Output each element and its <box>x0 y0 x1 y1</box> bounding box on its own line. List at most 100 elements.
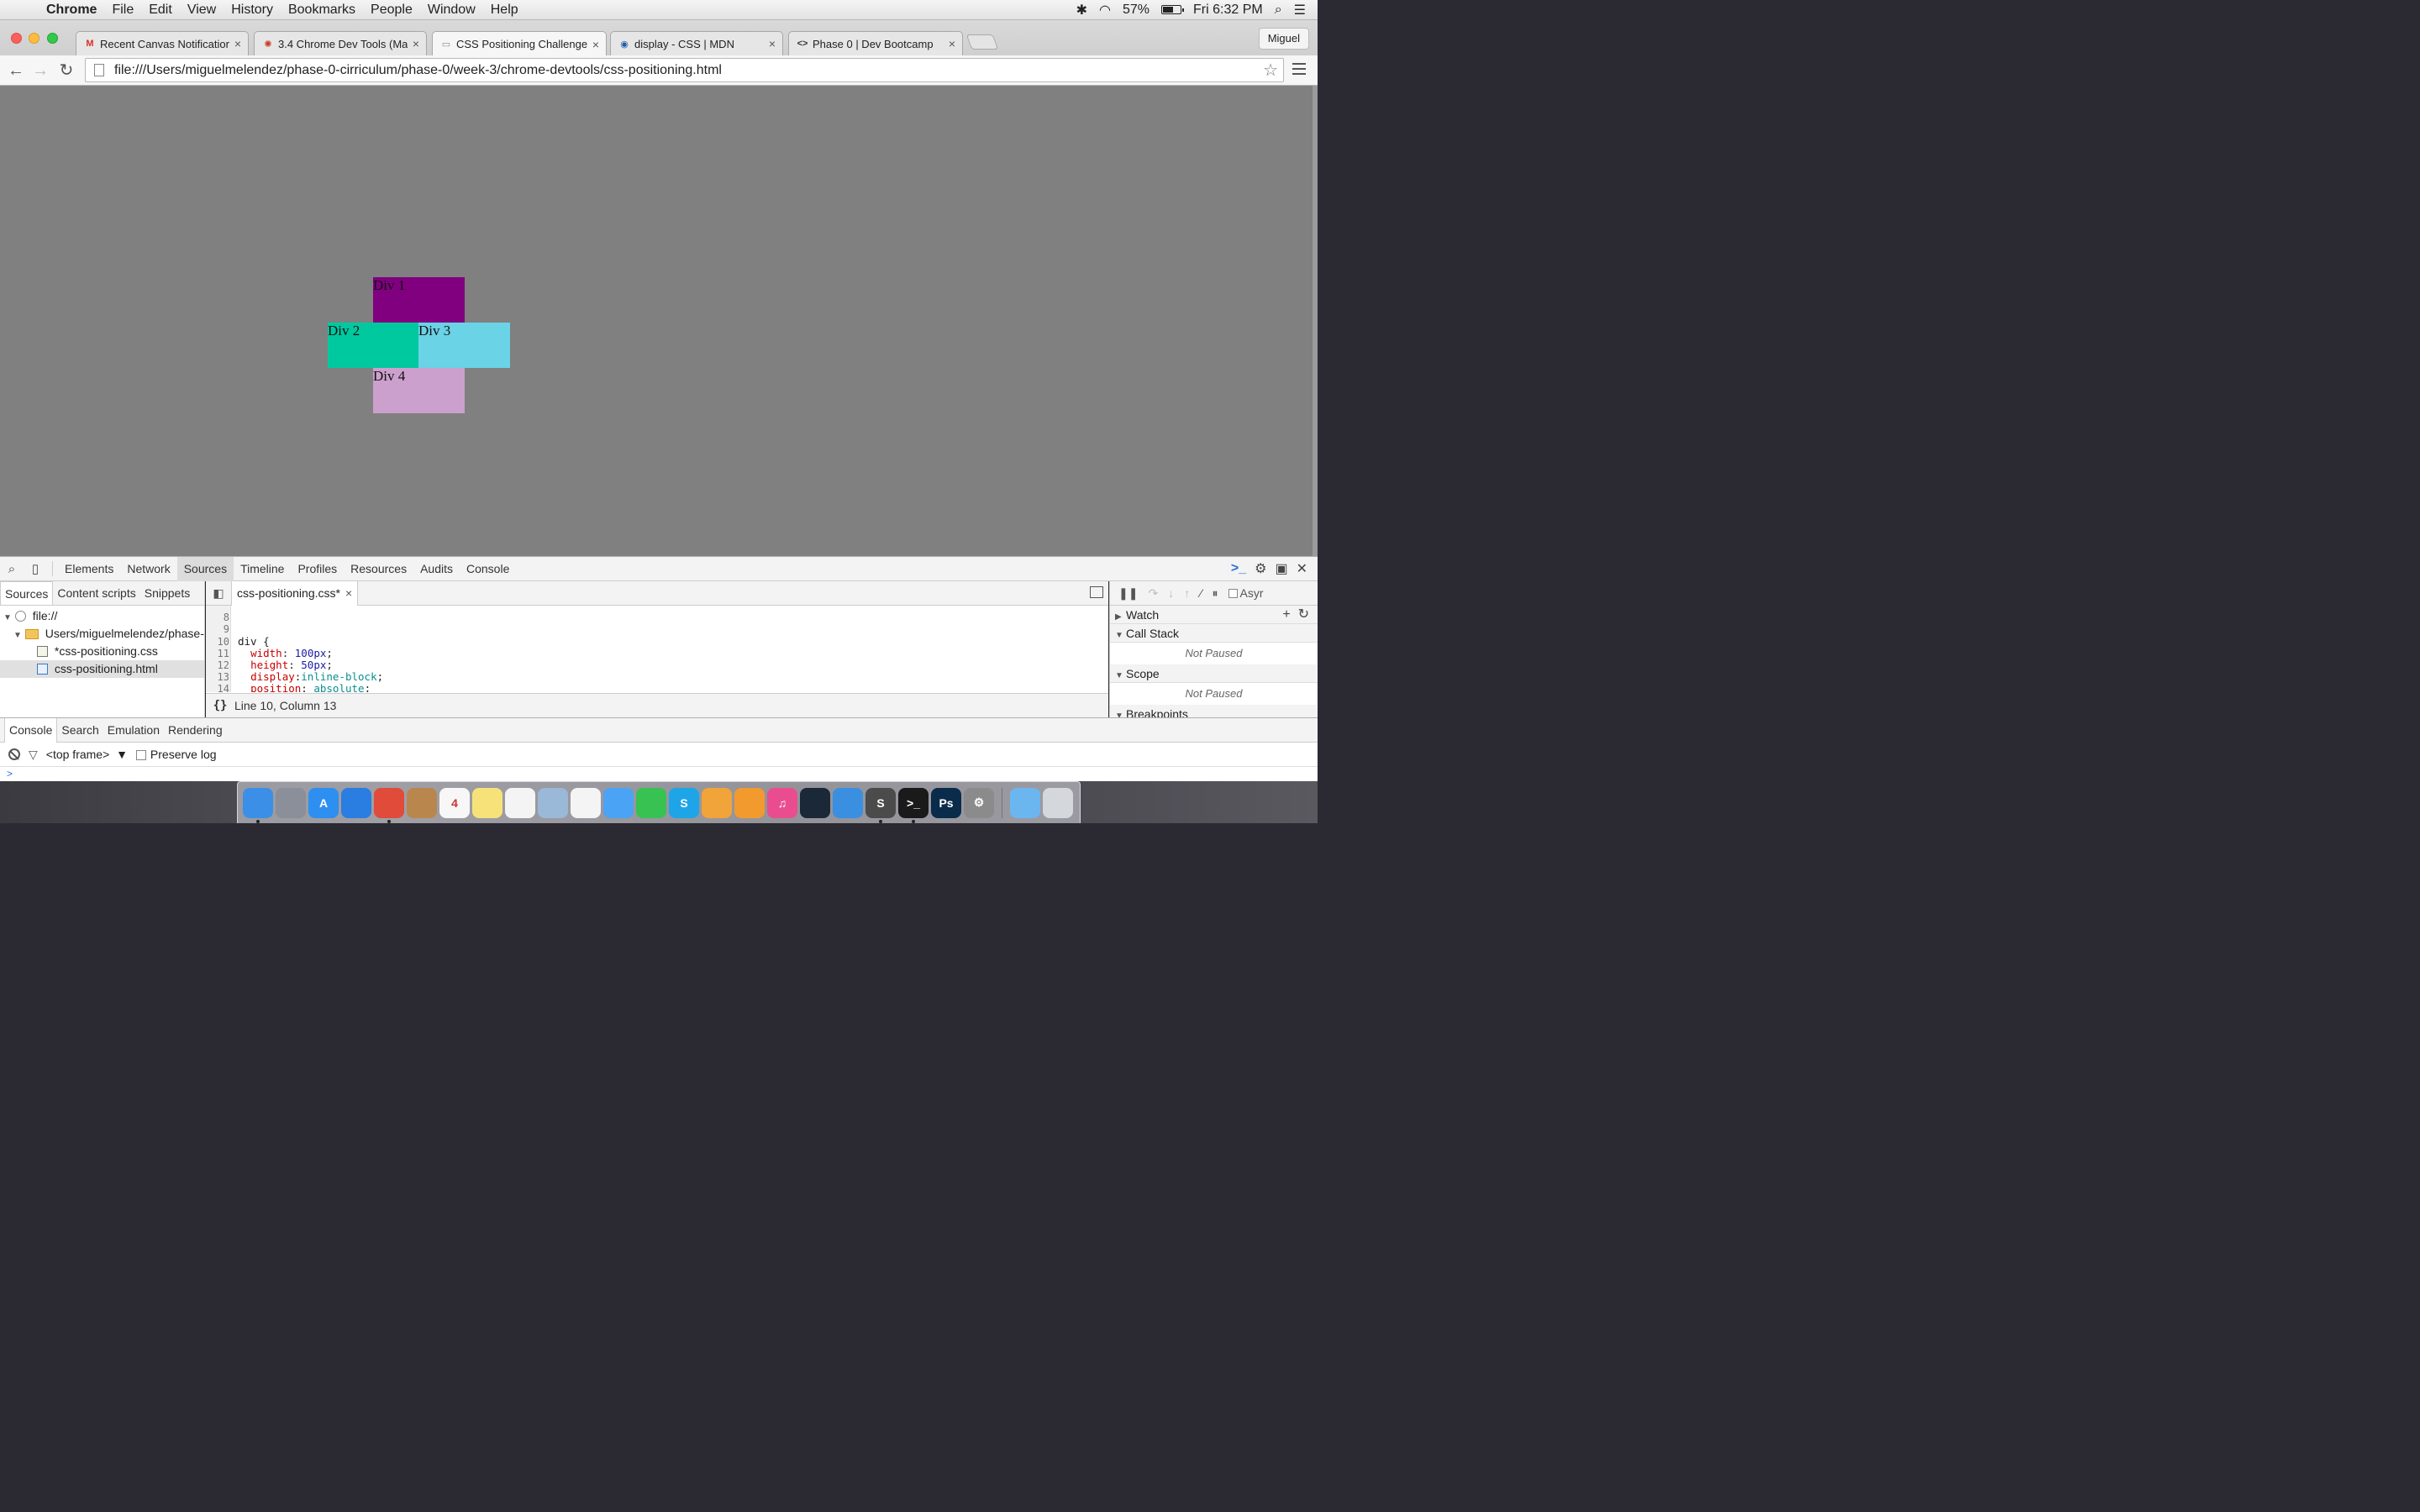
chrome-menu-icon[interactable] <box>1292 63 1306 76</box>
terminal-icon[interactable]: >_ <box>898 787 929 823</box>
tab-chrome-dev-tools[interactable]: ✺ 3.4 Chrome Dev Tools (Mandatory) × <box>254 31 427 55</box>
system-preferences-icon[interactable]: ⚙ <box>964 787 994 818</box>
deactivate-breakpoints-icon[interactable]: ⁄ <box>1200 586 1202 600</box>
menu-people[interactable]: People <box>363 3 420 18</box>
refresh-icon[interactable]: ↻ <box>1298 607 1309 622</box>
gear-icon[interactable]: ⚙ <box>1255 560 1266 577</box>
contacts-icon[interactable] <box>407 787 437 818</box>
calendar-icon[interactable]: 4 <box>439 787 470 818</box>
launchpad-icon[interactable] <box>276 787 306 818</box>
preserve-log-checkbox[interactable]: Preserve log <box>135 748 217 761</box>
wifi-icon[interactable]: ◠ <box>1099 2 1111 18</box>
profile-button[interactable]: Miguel <box>1258 28 1309 50</box>
reminders-icon[interactable] <box>505 787 535 818</box>
drawer-tab-console[interactable]: Console <box>4 717 58 743</box>
watch-section-header[interactable]: ▶ Watch + ↻ <box>1110 606 1318 624</box>
add-icon[interactable]: + <box>1282 607 1290 622</box>
menu-bookmarks[interactable]: Bookmarks <box>281 3 363 18</box>
console-prompt[interactable]: > <box>0 767 1318 781</box>
tab-dev-bootcamp[interactable]: <> Phase 0 | Dev Bootcamp × <box>788 31 963 55</box>
nav-tab-sources[interactable]: Sources <box>0 581 54 605</box>
close-tab-icon[interactable]: × <box>769 37 776 50</box>
tab-console[interactable]: Console <box>460 557 516 581</box>
battery-icon[interactable] <box>1161 5 1184 14</box>
pause-on-exceptions-icon[interactable]: ⏸ <box>1213 586 1218 601</box>
reload-icon[interactable]: ↻ <box>56 60 76 81</box>
minimize-window-button[interactable] <box>29 33 39 44</box>
tree-item-root[interactable]: ▼ file:// <box>0 607 204 625</box>
tab-elements[interactable]: Elements <box>58 557 120 581</box>
tab-audits[interactable]: Audits <box>413 557 460 581</box>
tab-profiles[interactable]: Profiles <box>291 557 344 581</box>
bookmark-star-icon[interactable]: ☆ <box>1263 60 1278 81</box>
menu-window[interactable]: Window <box>420 3 483 18</box>
drawer-tab-search[interactable]: Search <box>57 718 103 743</box>
spotlight-search-icon[interactable]: ⌕ <box>1275 3 1282 18</box>
zoom-window-button[interactable] <box>47 33 58 44</box>
async-checkbox[interactable]: Asyr <box>1228 586 1264 600</box>
close-icon[interactable]: ✕ <box>1297 560 1307 577</box>
tree-item-html-file[interactable]: css-positioning.html <box>0 660 204 678</box>
menu-app-name[interactable]: Chrome <box>39 3 104 18</box>
toggle-navigator-icon[interactable]: ◧ <box>206 586 231 601</box>
preview-icon[interactable] <box>538 787 568 818</box>
downloads-folder-icon[interactable] <box>1010 787 1040 818</box>
finder-icon[interactable] <box>243 787 273 823</box>
address-bar[interactable]: file:///Users/miguelmelendez/phase-0-cir… <box>85 58 1284 82</box>
page-scrollbar[interactable] <box>1313 86 1318 556</box>
photos-icon[interactable] <box>571 787 601 818</box>
step-over-icon[interactable]: ↷ <box>1148 586 1158 601</box>
notification-center-icon[interactable]: ☰ <box>1294 2 1306 18</box>
inspect-search-icon[interactable]: ⌕ <box>0 562 24 576</box>
forward-arrow-icon[interactable]: → <box>30 60 50 81</box>
address-url[interactable]: file:///Users/miguelmelendez/phase-0-cir… <box>114 63 1263 78</box>
code-area[interactable]: 8 9 div { 10 width: 100px; 11 height: 50… <box>206 606 1108 692</box>
app-store-icon[interactable]: A <box>308 787 339 818</box>
close-tab-icon[interactable]: × <box>345 586 352 600</box>
menu-edit[interactable]: Edit <box>141 3 180 18</box>
menu-file[interactable]: File <box>104 3 141 18</box>
steam-icon[interactable] <box>800 787 830 818</box>
nav-tab-content-scripts[interactable]: Content scripts <box>53 581 139 605</box>
pause-icon[interactable]: ❚❚ <box>1118 586 1138 601</box>
xcode-icon[interactable] <box>833 787 863 818</box>
filter-icon[interactable]: ▽ <box>29 748 38 762</box>
tree-item-css-file[interactable]: *css-positioning.css <box>0 643 204 660</box>
drawer-tab-emulation[interactable]: Emulation <box>103 718 164 743</box>
ibooks-icon[interactable] <box>734 787 765 818</box>
battery-percent[interactable]: 57% <box>1123 3 1150 18</box>
menu-history[interactable]: History <box>224 3 281 18</box>
tree-item-folder[interactable]: ▼ Users/miguelmelendez/phase- <box>0 625 204 643</box>
tab-css-positioning[interactable]: ▭ CSS Positioning Challenge × <box>432 31 607 56</box>
editor-file-tab[interactable]: css-positioning.css* × <box>231 580 359 606</box>
close-tab-icon[interactable]: × <box>949 37 955 50</box>
itunes-icon[interactable]: ♫ <box>767 787 797 818</box>
close-window-button[interactable] <box>11 33 22 44</box>
notes-icon[interactable] <box>472 787 502 818</box>
expand-triangle-icon[interactable]: ▼ <box>13 627 22 643</box>
facetime-icon[interactable] <box>636 787 666 818</box>
toggle-debugger-icon[interactable] <box>1090 586 1103 598</box>
messages-icon[interactable] <box>603 787 634 818</box>
tab-mdn-display[interactable]: ◉ display - CSS | MDN × <box>610 31 783 55</box>
close-tab-icon[interactable]: × <box>592 38 599 51</box>
close-tab-icon[interactable]: × <box>234 37 241 50</box>
frame-selector[interactable]: <top frame> ▼ <box>46 748 128 761</box>
trash-icon[interactable] <box>1043 787 1073 818</box>
scope-section-header[interactable]: ▼ Scope <box>1110 664 1318 683</box>
dock-side-icon[interactable]: ▣ <box>1275 560 1287 577</box>
close-tab-icon[interactable]: × <box>413 37 419 50</box>
new-tab-button[interactable] <box>965 34 999 50</box>
sublime-text-icon[interactable]: S <box>865 787 896 823</box>
expand-triangle-icon[interactable]: ▼ <box>3 609 12 625</box>
chrome-icon[interactable] <box>374 787 404 823</box>
menu-view[interactable]: View <box>180 3 224 18</box>
tab-network[interactable]: Network <box>120 557 176 581</box>
bluetooth-icon[interactable]: ✱ <box>1076 2 1087 18</box>
skype-icon[interactable]: S <box>669 787 699 818</box>
tab-timeline[interactable]: Timeline <box>234 557 291 581</box>
device-mode-icon[interactable]: ▯ <box>24 561 47 576</box>
step-into-icon[interactable]: ↓ <box>1168 586 1174 600</box>
show-console-drawer-icon[interactable]: >_ <box>1231 561 1246 576</box>
tab-recent-canvas[interactable]: M Recent Canvas Notification × <box>76 31 249 55</box>
